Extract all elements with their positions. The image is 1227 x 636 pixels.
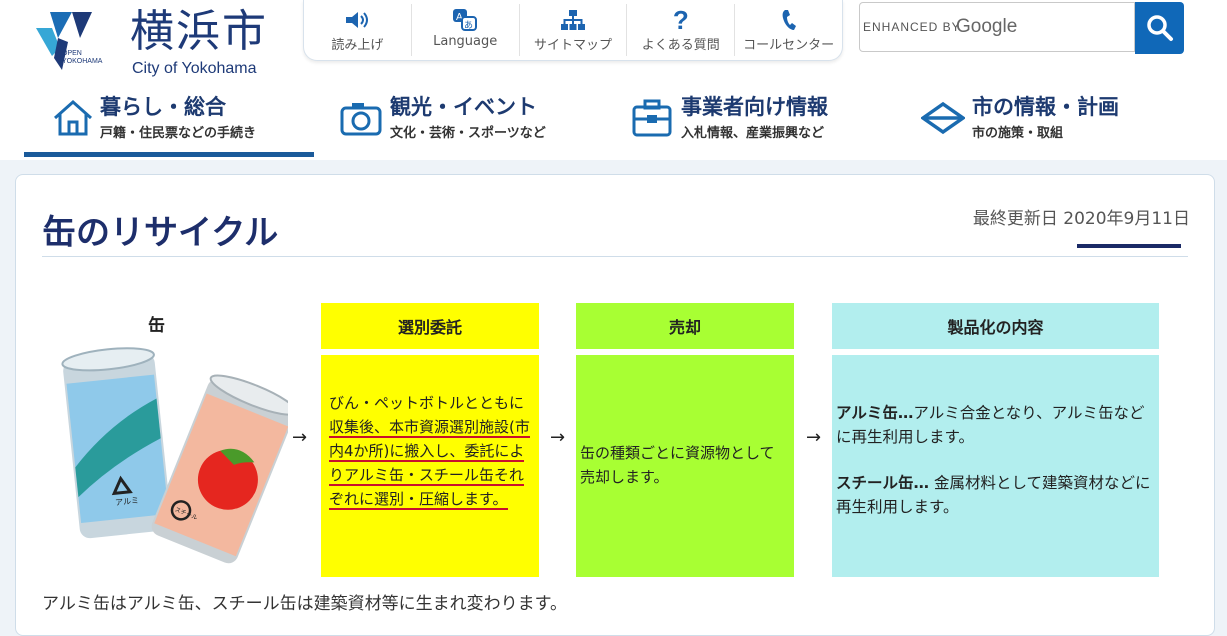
search-button[interactable]	[1135, 2, 1184, 54]
column-body-product: アルミ缶…アルミ合金となり、アルミ缶などに再生利用します。 スチール缶… 金属材…	[832, 355, 1159, 577]
city-emblem-icon	[921, 101, 965, 135]
nav-title: 観光・イベント	[390, 95, 537, 119]
nav-subtitle: 入札情報、産業振興など	[681, 126, 825, 141]
question-icon: ?	[672, 5, 689, 35]
site-search: ENHANCED BY Google	[859, 2, 1184, 54]
enhanced-by-label: ENHANCED BY	[863, 20, 961, 34]
nav-subtitle: 戸籍・住民票などの手続き	[100, 126, 257, 141]
briefcase-icon	[632, 99, 672, 137]
utility-label: 読み上げ	[331, 38, 384, 53]
camera-icon	[340, 103, 382, 136]
flow-arrow: →	[806, 427, 822, 448]
sale-text: 缶の種類ごとに資源物として売却します。	[580, 444, 775, 486]
nav-title: 事業者向け情報	[681, 95, 828, 119]
nav-title: 暮らし・総合	[100, 95, 226, 119]
google-label: Google	[956, 16, 1018, 37]
nav-item-tourism[interactable]: 観光・イベント 文化・芸術・スポーツなど	[336, 86, 606, 152]
last-updated: 最終更新日 2020年9月11日	[972, 209, 1190, 229]
phone-icon	[782, 10, 796, 30]
content-panel: 缶のリサイクル 最終更新日 2020年9月11日 缶 アルミ スチール → → …	[15, 174, 1215, 636]
faq-button[interactable]: ? よくある質問	[627, 4, 736, 56]
read-aloud-button[interactable]: 読み上げ	[304, 4, 412, 56]
column-header-sorting: 選別委託	[321, 303, 539, 349]
column-body-sale: 缶の種類ごとに資源物として売却します。	[576, 355, 794, 577]
flow-arrow: →	[292, 427, 308, 448]
cans-illustration: アルミ スチール	[61, 347, 288, 564]
utility-bar: 読み上げ Aあ Language サイトマップ ? よくある質問 コールセンター	[303, 0, 843, 61]
title-tab-accent	[1077, 244, 1181, 248]
can-label: 缶	[148, 316, 165, 336]
nav-title: 市の情報・計画	[972, 95, 1119, 119]
sitemap-icon	[560, 10, 585, 30]
svg-text:あ: あ	[464, 20, 473, 31]
recycle-caption: アルミ缶はアルミ缶、スチール缶は建築資材等に生まれ変わります。	[42, 594, 567, 614]
nav-item-city-info[interactable]: 市の情報・計画 市の施策・取組	[918, 86, 1208, 152]
aluminum-can-image: アルミ	[61, 347, 172, 539]
steel-recycle-text: スチール缶… 金属材料として建築資材などに再生利用します。	[836, 471, 1153, 519]
language-button[interactable]: Aあ Language	[412, 4, 520, 56]
speaker-icon	[346, 12, 369, 28]
column-header-sale: 売却	[576, 303, 794, 349]
search-icon	[1146, 15, 1173, 41]
city-logo[interactable]: OPEN YOKOHAMA 横浜市 City of Yokohama	[28, 6, 283, 78]
open-yokohama-text: OPEN YOKOHAMA	[62, 50, 103, 65]
sorting-underlined-text: 収集後、本市資源選別施設(市内4か所)に搬入し、委託によりアルミ缶・スチール缶そ…	[329, 418, 530, 510]
search-input[interactable]: ENHANCED BY Google	[859, 2, 1135, 52]
utility-label: サイトマップ	[533, 38, 612, 53]
house-icon	[54, 99, 92, 136]
utility-label: コールセンター	[743, 38, 835, 53]
steel-label: スチール缶…	[836, 474, 930, 492]
sitemap-button[interactable]: サイトマップ	[520, 4, 628, 56]
aluminum-recycle-text: アルミ缶…アルミ合金となり、アルミ缶などに再生利用します。	[836, 401, 1153, 449]
flow-arrow: →	[550, 427, 566, 448]
city-name-jp: 横浜市	[130, 6, 268, 57]
utility-label: よくある質問	[641, 38, 720, 53]
main-nav: 暮らし・総合 戸籍・住民票などの手続き 観光・イベント 文化・芸術・スポーツなど…	[24, 86, 1204, 157]
language-icon: Aあ	[453, 9, 478, 31]
column-header-product: 製品化の内容	[832, 303, 1159, 349]
nav-subtitle: 市の施策・取組	[972, 126, 1064, 141]
nav-item-life[interactable]: 暮らし・総合 戸籍・住民票などの手続き	[24, 86, 314, 157]
divider	[42, 256, 1188, 257]
site-header: OPEN YOKOHAMA 横浜市 City of Yokohama 読み上げ …	[0, 0, 1227, 160]
utility-label: Language	[433, 34, 498, 49]
steel-can-image: スチール	[151, 374, 288, 564]
page-title: 缶のリサイクル	[42, 213, 279, 253]
aluminum-label: アルミ缶…	[836, 404, 914, 422]
city-name-en: City of Yokohama	[132, 60, 257, 77]
sorting-intro: びん・ペットボトルとともに	[329, 394, 525, 412]
call-center-button[interactable]: コールセンター	[735, 4, 842, 56]
nav-item-business[interactable]: 事業者向け情報 入札情報、産業振興など	[627, 86, 897, 152]
nav-subtitle: 文化・芸術・スポーツなど	[390, 126, 546, 141]
column-body-sorting: びん・ペットボトルとともに 収集後、本市資源選別施設(市内4か所)に搬入し、委託…	[321, 355, 539, 577]
